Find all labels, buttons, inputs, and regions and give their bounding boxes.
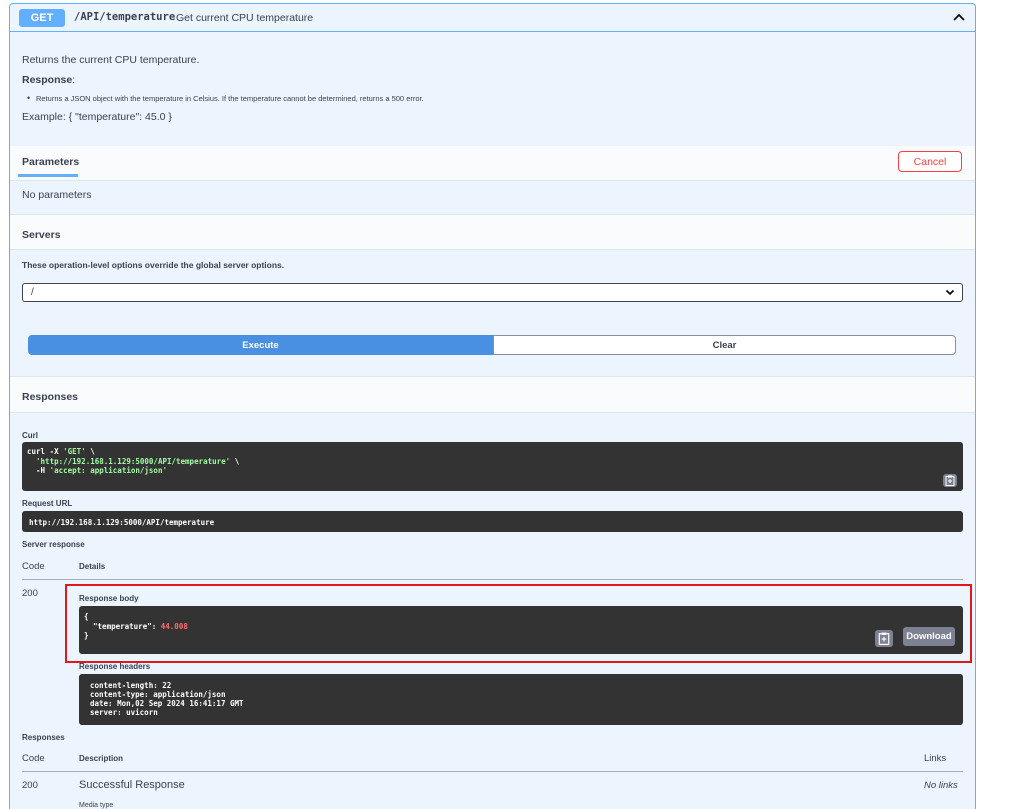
responses-header: Responses (10, 376, 975, 413)
response-headers-block: content-length: 22 content-type: applica… (79, 674, 963, 725)
response-row-links: No links (924, 780, 958, 791)
divider (22, 771, 963, 772)
curl-command: curl -X 'GET' \ 'http://192.168.1.129:50… (27, 447, 240, 475)
parameters-header (10, 146, 975, 181)
servers-heading: Servers (22, 229, 61, 241)
clear-button[interactable]: Clear (493, 335, 956, 355)
chevron-up-icon[interactable] (951, 9, 967, 25)
divider (22, 579, 963, 580)
servers-header: Servers (10, 214, 975, 250)
responses-heading: Responses (22, 391, 79, 403)
server-select[interactable]: / (22, 283, 963, 302)
method-badge: GET (19, 9, 65, 27)
response-row-code: 200 (22, 780, 38, 791)
tab-parameters[interactable]: Parameters (22, 156, 79, 168)
details-column-header: Details (79, 562, 106, 571)
request-url-block: http://192.168.1.129:5000/API/temperatur… (22, 511, 963, 532)
server-select-value: / (31, 287, 34, 298)
response-heading: Response: (22, 74, 76, 86)
request-url-label: Request URL (22, 499, 73, 508)
operation-description: Returns the current CPU temperature. (22, 54, 200, 66)
active-tab-indicator (18, 174, 78, 177)
cancel-button[interactable]: Cancel (898, 151, 962, 172)
response-headers-label: Response headers (79, 662, 151, 671)
request-url: http://192.168.1.129:5000/API/temperatur… (29, 518, 215, 527)
operation-block: GET /API/temperature Get current CPU tem… (9, 3, 976, 809)
responses-table-heading: Responses (22, 733, 65, 742)
status-code: 200 (22, 588, 38, 599)
chevron-down-icon (945, 289, 955, 296)
servers-note: These operation-level options override t… (22, 260, 285, 270)
highlight-box (65, 584, 972, 663)
response-bullet: Returns a JSON object with the temperatu… (27, 93, 424, 103)
execute-button[interactable]: Execute (28, 335, 493, 355)
endpoint-path: /API/temperature (74, 11, 176, 23)
response-row-description: Successful Response (79, 779, 185, 791)
curl-block: curl -X 'GET' \ 'http://192.168.1.129:50… (22, 442, 963, 491)
response-headers-text: content-length: 22 content-type: applica… (90, 681, 244, 717)
media-type-label: Media type (79, 802, 114, 809)
curl-label: Curl (22, 431, 38, 440)
server-response-label: Server response (22, 540, 85, 549)
operation-summary[interactable]: GET /API/temperature Get current CPU tem… (10, 4, 975, 32)
code-column-header: Code (22, 561, 45, 572)
code-column-header: Code (22, 753, 45, 764)
copy-curl-button[interactable] (943, 474, 957, 487)
links-column-header: Links (924, 753, 947, 764)
clipboard-icon (945, 475, 955, 486)
no-parameters-text: No parameters (22, 189, 92, 201)
operation-summary-text: Get current CPU temperature (176, 12, 314, 24)
description-column-header: Description (79, 754, 124, 763)
example-text: Example: { "temperature": 45.0 } (22, 111, 172, 123)
